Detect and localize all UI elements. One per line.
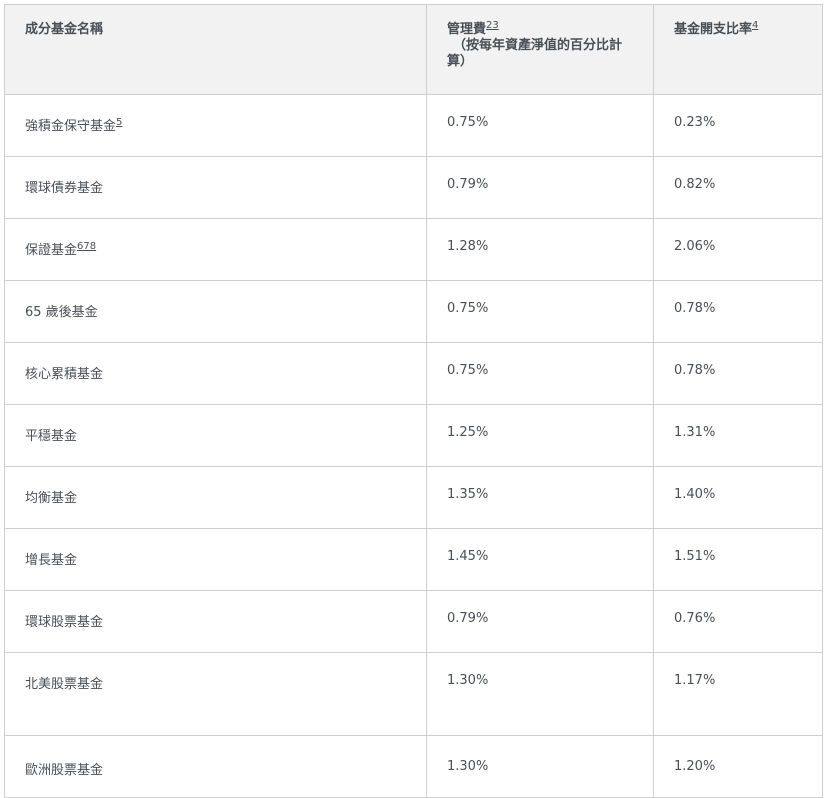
header-row: 成分基金名稱 管理費23 （按每年資產淨值的百分比計 算） 基金開支比率4 — [4, 4, 823, 95]
expense-ratio-cell: 0.78% — [653, 280, 823, 343]
fund-fee-table: 成分基金名稱 管理費23 （按每年資產淨值的百分比計 算） 基金開支比率4 強積… — [4, 4, 823, 798]
table-row: 北美股票基金 1.30% 1.17% — [4, 652, 823, 736]
fund-name: 均衡基金 — [25, 491, 78, 506]
fund-name-footnote-link[interactable]: 678 — [77, 241, 96, 252]
table-row: 環球債券基金 0.79% 0.82% — [4, 156, 823, 219]
management-fee-cell: 1.30% — [426, 735, 654, 798]
header-management-fee-title: 管理費23 — [447, 20, 653, 38]
table-row: 65 歲後基金 0.75% 0.78% — [4, 280, 823, 343]
header-expense-ratio: 基金開支比率4 — [653, 4, 823, 95]
header-fund-name: 成分基金名稱 — [4, 4, 427, 95]
table-header: 成分基金名稱 管理費23 （按每年資產淨值的百分比計 算） 基金開支比率4 — [4, 4, 823, 95]
fund-name-cell: 北美股票基金 — [4, 652, 427, 736]
expense-ratio-cell: 1.17% — [653, 652, 823, 736]
expense-ratio-cell: 1.31% — [653, 404, 823, 467]
fund-name-cell: 歐洲股票基金 — [4, 735, 427, 798]
fund-name-cell: 平穩基金 — [4, 404, 427, 467]
management-fee-cell: 0.75% — [426, 342, 654, 405]
expense-ratio-cell: 1.40% — [653, 466, 823, 529]
fund-fee-table-container: 成分基金名稱 管理費23 （按每年資產淨值的百分比計 算） 基金開支比率4 強積… — [4, 4, 823, 798]
table-row: 歐洲股票基金 1.30% 1.20% — [4, 735, 823, 798]
management-fee-cell: 0.79% — [426, 590, 654, 653]
fund-name-cell: 核心累積基金 — [4, 342, 427, 405]
fund-name-cell: 保證基金678 — [4, 218, 427, 281]
fund-name: 強積金保守基金 — [25, 119, 117, 134]
management-fee-cell: 1.30% — [426, 652, 654, 736]
table-row: 平穩基金 1.25% 1.31% — [4, 404, 823, 467]
expense-ratio-cell: 1.51% — [653, 528, 823, 591]
expense-ratio-cell: 1.20% — [653, 735, 823, 798]
fund-name: 增長基金 — [25, 553, 78, 568]
management-fee-note-line-1: （按每年資產淨值的百分比計 — [453, 38, 623, 53]
fund-name-cell: 環球股票基金 — [4, 590, 427, 653]
fund-name: 北美股票基金 — [25, 677, 104, 692]
expense-ratio-cell: 0.82% — [653, 156, 823, 219]
management-fee-cell: 0.79% — [426, 156, 654, 219]
fund-name-cell: 65 歲後基金 — [4, 280, 427, 343]
management-fee-cell: 1.25% — [426, 404, 654, 467]
fund-name-cell: 強積金保守基金5 — [4, 94, 427, 157]
expense-ratio-cell: 0.78% — [653, 342, 823, 405]
header-expense-ratio-label: 基金開支比率 — [674, 22, 753, 37]
expense-ratio-cell: 0.76% — [653, 590, 823, 653]
fund-name-cell: 增長基金 — [4, 528, 427, 591]
management-fee-note-line-2: 算） — [447, 54, 474, 69]
fund-name: 保證基金 — [25, 243, 78, 258]
header-fund-name-label: 成分基金名稱 — [25, 22, 104, 37]
fund-name-cell: 環球債券基金 — [4, 156, 427, 219]
management-fee-footnote-link[interactable]: 23 — [486, 20, 499, 31]
table-row: 核心累積基金 0.75% 0.78% — [4, 342, 823, 405]
table-row: 保證基金678 1.28% 2.06% — [4, 218, 823, 281]
management-fee-cell: 1.45% — [426, 528, 654, 591]
header-management-fee: 管理費23 （按每年資產淨值的百分比計 算） — [426, 4, 654, 95]
table-row: 均衡基金 1.35% 1.40% — [4, 466, 823, 529]
table-row: 環球股票基金 0.79% 0.76% — [4, 590, 823, 653]
fund-name: 歐洲股票基金 — [25, 763, 104, 778]
table-row: 強積金保守基金5 0.75% 0.23% — [4, 94, 823, 157]
expense-ratio-cell: 0.23% — [653, 94, 823, 157]
table-row: 增長基金 1.45% 1.51% — [4, 528, 823, 591]
header-management-fee-label: 管理費 — [447, 22, 487, 37]
fund-name: 環球債券基金 — [25, 181, 104, 196]
fund-name-cell: 均衡基金 — [4, 466, 427, 529]
fund-name-footnote-link[interactable]: 5 — [116, 117, 122, 128]
fund-name: 核心累積基金 — [25, 367, 104, 382]
expense-ratio-cell: 2.06% — [653, 218, 823, 281]
fund-name: 65 歲後基金 — [25, 305, 98, 320]
management-fee-cell: 0.75% — [426, 280, 654, 343]
fund-name: 環球股票基金 — [25, 615, 104, 630]
management-fee-cell: 1.28% — [426, 218, 654, 281]
expense-ratio-footnote-link[interactable]: 4 — [752, 20, 758, 31]
management-fee-cell: 1.35% — [426, 466, 654, 529]
management-fee-cell: 0.75% — [426, 94, 654, 157]
fund-name: 平穩基金 — [25, 429, 78, 444]
table-body: 強積金保守基金5 0.75% 0.23% 環球債券基金 0.79% 0.82% … — [4, 94, 823, 798]
